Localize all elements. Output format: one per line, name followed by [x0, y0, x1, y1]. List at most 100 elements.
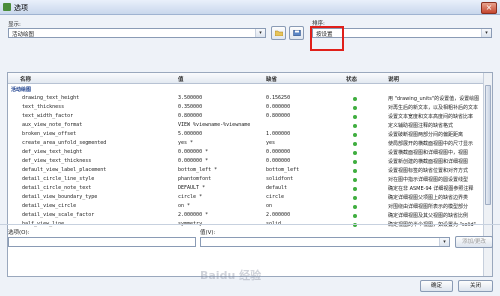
col-default-header[interactable]: 缺省 — [266, 75, 277, 83]
add-change-button[interactable]: 添加/更改 — [455, 236, 493, 248]
cell-desc: 设置视图标签的缺省位置和对齐方式 — [388, 168, 469, 174]
col-status-header[interactable]: 状态 — [346, 75, 357, 83]
table-row[interactable]: detail_view_boundary_type circle * circle 确… — [8, 193, 486, 202]
chevron-down-icon: ▾ — [439, 238, 449, 246]
col-value-header[interactable]: 值 — [178, 75, 184, 83]
status-ok-icon — [353, 186, 357, 191]
cell-desc: 确定在非 ASME-94 详细视图参照注释 — [388, 186, 474, 192]
cell-value: bottom_left * — [178, 167, 218, 173]
section-row[interactable]: 活动绘图 — [8, 85, 486, 94]
status-ok-icon — [353, 204, 357, 209]
cell-value: 0.000000 * — [178, 158, 209, 164]
show-select[interactable]: 活动绘图 ▾ — [8, 28, 266, 38]
cell-desc: 设置破断视图两部分间的偏距距离 — [388, 132, 464, 138]
close-window-button[interactable]: × — [481, 2, 497, 14]
cell-name: broken_view_offset — [22, 131, 77, 137]
status-ok-icon — [353, 213, 357, 218]
cell-desc: 设置文本宽度和文本高度间的缺省比率 — [388, 114, 474, 120]
table-row[interactable]: create_area_unfold_segmented yes * yes 使局部展… — [8, 139, 486, 148]
col-name-header[interactable]: 名称 — [20, 75, 31, 83]
col-desc-header[interactable]: 说明 — [388, 75, 399, 83]
cell-default: default — [266, 185, 288, 191]
option-input[interactable] — [8, 237, 196, 247]
status-ok-icon — [353, 132, 357, 137]
cell-default: 0.156250 — [266, 95, 291, 101]
cell-default: bottom_left — [266, 167, 300, 173]
open-config-button[interactable] — [271, 26, 286, 40]
cell-name: detail_circle_line_style — [22, 176, 95, 182]
table-row[interactable]: def_view_text_thickness 0.000000 * 0.00000… — [8, 157, 486, 166]
status-ok-icon — [353, 96, 357, 101]
cell-value: 3.500000 — [178, 95, 203, 101]
cell-default: yes — [266, 140, 276, 146]
section-label: 活动绘图 — [11, 87, 32, 93]
cell-name: detail_view_circle — [22, 203, 77, 209]
table-row[interactable]: detail_circle_note_text DEFAULT * default 确… — [8, 184, 486, 193]
cell-name: create_area_unfold_segmented — [22, 140, 107, 146]
cell-default: 1.000000 — [266, 131, 291, 137]
cell-name: detail_circle_note_text — [22, 185, 92, 191]
table-row[interactable]: def_view_text_height 0.000000 * 0.000000 设置… — [8, 148, 486, 157]
cell-value: DEFAULT * — [178, 185, 206, 191]
cell-value: 2.000000 * — [178, 212, 209, 218]
save-icon — [293, 30, 301, 36]
app-icon — [3, 3, 11, 11]
table-row[interactable]: detail_circle_line_style phantomfont solid… — [8, 175, 486, 184]
cell-desc: 设置新创建的横截面视图和详细视图 — [388, 159, 469, 165]
table-row[interactable]: text_width_factor 0.800000 0.800000 设置文本宽度和… — [8, 112, 486, 121]
save-config-button[interactable] — [289, 26, 304, 40]
divider — [0, 224, 500, 225]
cell-value: on * — [178, 203, 191, 209]
cell-name: def_view_text_height — [22, 149, 83, 155]
title-bar: 选项 × — [0, 0, 500, 15]
cell-default: 0.000000 — [266, 149, 291, 155]
cell-desc: 对再生后的新文本，以及相粗补后的文本 — [388, 105, 479, 111]
cell-default: solidfont — [266, 176, 294, 182]
highlight-box — [310, 26, 344, 51]
chevron-down-icon: ▾ — [255, 29, 265, 37]
close-button[interactable]: 关闭 — [458, 280, 493, 292]
table-row[interactable]: detail_view_scale_factor 2.000000 * 2.0000… — [8, 211, 486, 220]
scrollbar-thumb[interactable] — [485, 85, 491, 205]
cell-desc: 使局部展开的横截面视图中的尺寸显示 — [388, 141, 474, 147]
status-ok-icon — [353, 114, 357, 119]
cell-value: 5.000000 — [178, 131, 203, 137]
cell-value: phantomfont — [178, 176, 212, 182]
cell-name: default_view_label_placement — [22, 167, 107, 173]
cell-default: 0.800000 — [266, 113, 291, 119]
cell-value: VIEW %viewname-%viewname — [178, 122, 251, 128]
folder-icon — [275, 30, 283, 36]
cell-value: 0.000000 * — [178, 149, 209, 155]
cell-desc: 用 "drawing_units"的设置值，设置绘图 — [388, 96, 480, 102]
cell-name: aux_view_note_format — [22, 122, 83, 128]
cell-name: def_view_text_thickness — [22, 158, 92, 164]
cell-value: 0.800000 — [178, 113, 203, 119]
show-select-value: 活动绘图 — [12, 32, 35, 38]
cell-value: yes * — [178, 140, 194, 146]
status-ok-icon — [353, 168, 357, 173]
status-ok-icon — [353, 141, 357, 146]
window-title: 选项 — [14, 4, 28, 12]
cell-name: detail_view_scale_factor — [22, 212, 95, 218]
cell-name: drawing_text_height — [22, 95, 80, 101]
option-label: 选项(O): — [8, 230, 30, 236]
cell-default: 2.000000 — [266, 212, 291, 218]
table-row[interactable]: detail_view_circle on * on 对围绕由详细视图所表示的模型部分 — [8, 202, 486, 211]
table-row[interactable]: text_thickness 0.350000 0.000000 对再生后的新文本，以… — [8, 103, 486, 112]
cell-value: 0.350000 — [178, 104, 203, 110]
table-row[interactable]: drawing_text_height 3.500000 0.156250 用 "dr… — [8, 94, 486, 103]
table-row[interactable]: broken_view_offset 5.000000 1.000000 设置破断视图… — [8, 130, 486, 139]
table-row[interactable]: default_view_label_placement bottom_left … — [8, 166, 486, 175]
ok-button[interactable]: 确定 — [420, 280, 453, 292]
cell-name: detail_view_boundary_type — [22, 194, 98, 200]
status-ok-icon — [353, 177, 357, 182]
options-dialog: 显示: 活动绘图 ▾ 排序: 按设置 ▾ 名称 值 缺省 状态 说明 活动绘图 … — [0, 15, 500, 296]
value-select[interactable]: ▾ — [200, 237, 450, 247]
watermark: Baidu 经验 — [200, 269, 262, 282]
cell-desc: 确定详细视图及其父视图的缺省比例 — [388, 213, 469, 219]
cell-desc: 设置横截面视图和详细视图中，视图 — [388, 150, 469, 156]
table-row[interactable]: aux_view_note_format VIEW %viewname-%view… — [8, 121, 486, 130]
status-ok-icon — [353, 159, 357, 164]
cell-default: 0.000000 — [266, 104, 291, 110]
cell-value: circle * — [178, 194, 203, 200]
